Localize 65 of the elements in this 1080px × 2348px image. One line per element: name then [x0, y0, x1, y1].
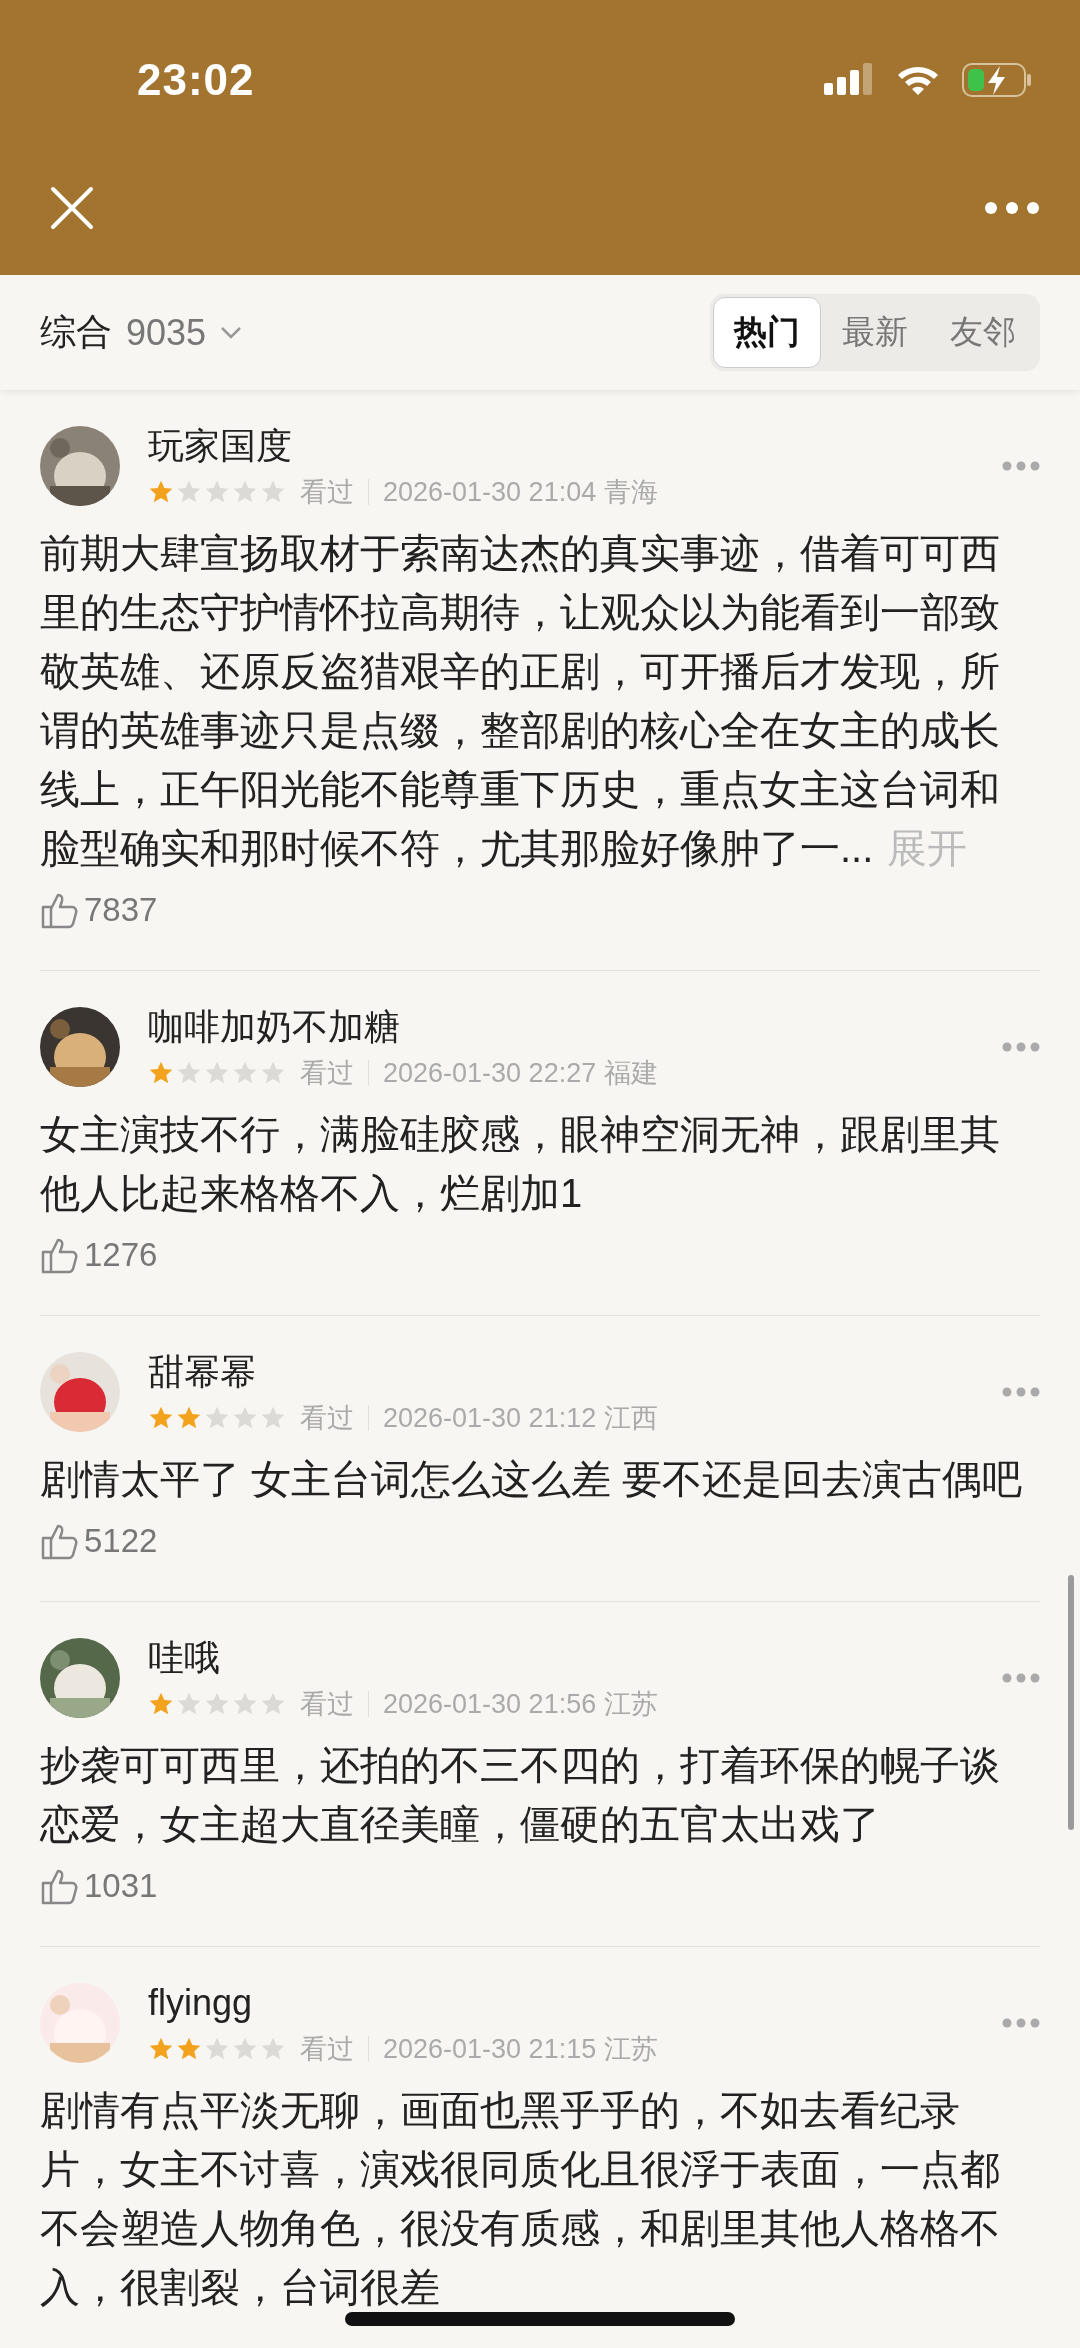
- watch-status: 看过: [300, 476, 354, 509]
- watch-status: 看过: [300, 1402, 354, 1435]
- filled-star-icon: [148, 1060, 174, 1086]
- chevron-down-icon: [220, 325, 243, 340]
- empty-star-icon: [260, 1405, 286, 1431]
- empty-star-icon: [260, 1060, 286, 1086]
- review-text: 剧情太平了 女主台词怎么这么差 要不还是回去演古偶吧: [40, 1456, 1024, 1503]
- filled-star-icon: [148, 1405, 174, 1431]
- more-button[interactable]: [1002, 2018, 1040, 2028]
- empty-star-icon: [204, 1691, 230, 1717]
- watch-status: 看过: [300, 1688, 354, 1721]
- empty-star-icon: [232, 1691, 258, 1717]
- user-name[interactable]: 玩家国度: [148, 420, 1002, 472]
- empty-star-icon: [232, 479, 258, 505]
- more-button[interactable]: [1002, 1673, 1040, 1683]
- empty-star-icon: [260, 479, 286, 505]
- battery-icon: [962, 63, 1032, 97]
- filled-star-icon: [148, 479, 174, 505]
- review-text: 前期大肆宣扬取材于索南达杰的真实事迹，借着可可西里的生态守护情怀拉高期待，让观众以为能看到一部致敬英雄、还原反盗猎艰辛的正剧，可开播后才发现，所谓的英雄事迹只是点缀，整部剧的核心全在女主的成长线上，正午阳光能不能尊重下历史，重点女主这台词和脸型确实和那时候不符，尤其那脸好像肿了一... 展开: [40, 530, 1001, 872]
- more-button[interactable]: [984, 200, 1040, 215]
- sort-tab[interactable]: 热门: [713, 297, 821, 368]
- like-count: 5122: [84, 1522, 158, 1560]
- empty-star-icon: [204, 479, 230, 505]
- empty-star-icon: [204, 1405, 230, 1431]
- empty-star-icon: [260, 2036, 286, 2062]
- like-count: 1031: [84, 1867, 158, 1905]
- filled-star-icon: [148, 1691, 174, 1717]
- filled-star-icon: [176, 2036, 202, 2062]
- sort-tab[interactable]: 友邻: [929, 297, 1037, 368]
- review-text: 抄袭可可西里，还拍的不三不四的，打着环保的幌子谈恋爱，女主超大直径美瞳，僵硬的五官太出戏了: [40, 1742, 1001, 1848]
- like-count: 1276: [84, 1236, 158, 1274]
- wifi-icon: [896, 64, 940, 96]
- review-text: 女主演技不行，满脸硅胶感，眼神空洞无神，跟剧里其他人比起来格格不入，烂剧加1: [40, 1111, 1001, 1217]
- user-name[interactable]: flyingg: [148, 1977, 1002, 2029]
- empty-star-icon: [232, 1060, 258, 1086]
- watch-status: 看过: [300, 2033, 354, 2066]
- close-button[interactable]: [50, 185, 94, 230]
- user-name[interactable]: 哇哦: [148, 1632, 1002, 1684]
- empty-star-icon: [232, 1405, 258, 1431]
- more-button[interactable]: [1002, 1042, 1040, 1052]
- filled-star-icon: [148, 2036, 174, 2062]
- empty-star-icon: [176, 1691, 202, 1717]
- sort-dropdown[interactable]: 综合 9035: [40, 308, 710, 357]
- filled-star-icon: [176, 1405, 202, 1431]
- review-date: 2026-01-30 21:12 江西: [383, 1402, 658, 1435]
- status-time: 23:02: [137, 55, 256, 105]
- review-text: 剧情有点平淡无聊，画面也黑乎乎的，不如去看纪录片，女主不讨喜，演戏很同质化且很浮于表面，一点都不会塑造人物角色，很没有质感，和剧里其他人格格不入，很割裂，台词很差: [40, 2087, 1001, 2311]
- review-date: 2026-01-30 21:04 青海: [383, 476, 658, 509]
- empty-star-icon: [176, 1060, 202, 1086]
- review-date: 2026-01-30 21:56 江苏: [383, 1688, 658, 1721]
- signal-icon: [824, 63, 874, 97]
- empty-star-icon: [232, 2036, 258, 2062]
- empty-star-icon: [176, 479, 202, 505]
- user-name[interactable]: 甜幂幂: [148, 1346, 1002, 1398]
- review-date: 2026-01-30 21:15 江苏: [383, 2033, 658, 2066]
- empty-star-icon: [260, 1691, 286, 1717]
- sort-tab[interactable]: 最新: [821, 297, 929, 368]
- watch-status: 看过: [300, 1057, 354, 1090]
- like-count: 7837: [84, 891, 158, 929]
- user-name[interactable]: 咖啡加奶不加糖: [148, 1001, 1002, 1053]
- review-date: 2026-01-30 22:27 福建: [383, 1057, 658, 1090]
- more-button[interactable]: [1002, 461, 1040, 471]
- more-button[interactable]: [1002, 1387, 1040, 1397]
- empty-star-icon: [204, 2036, 230, 2062]
- empty-star-icon: [204, 1060, 230, 1086]
